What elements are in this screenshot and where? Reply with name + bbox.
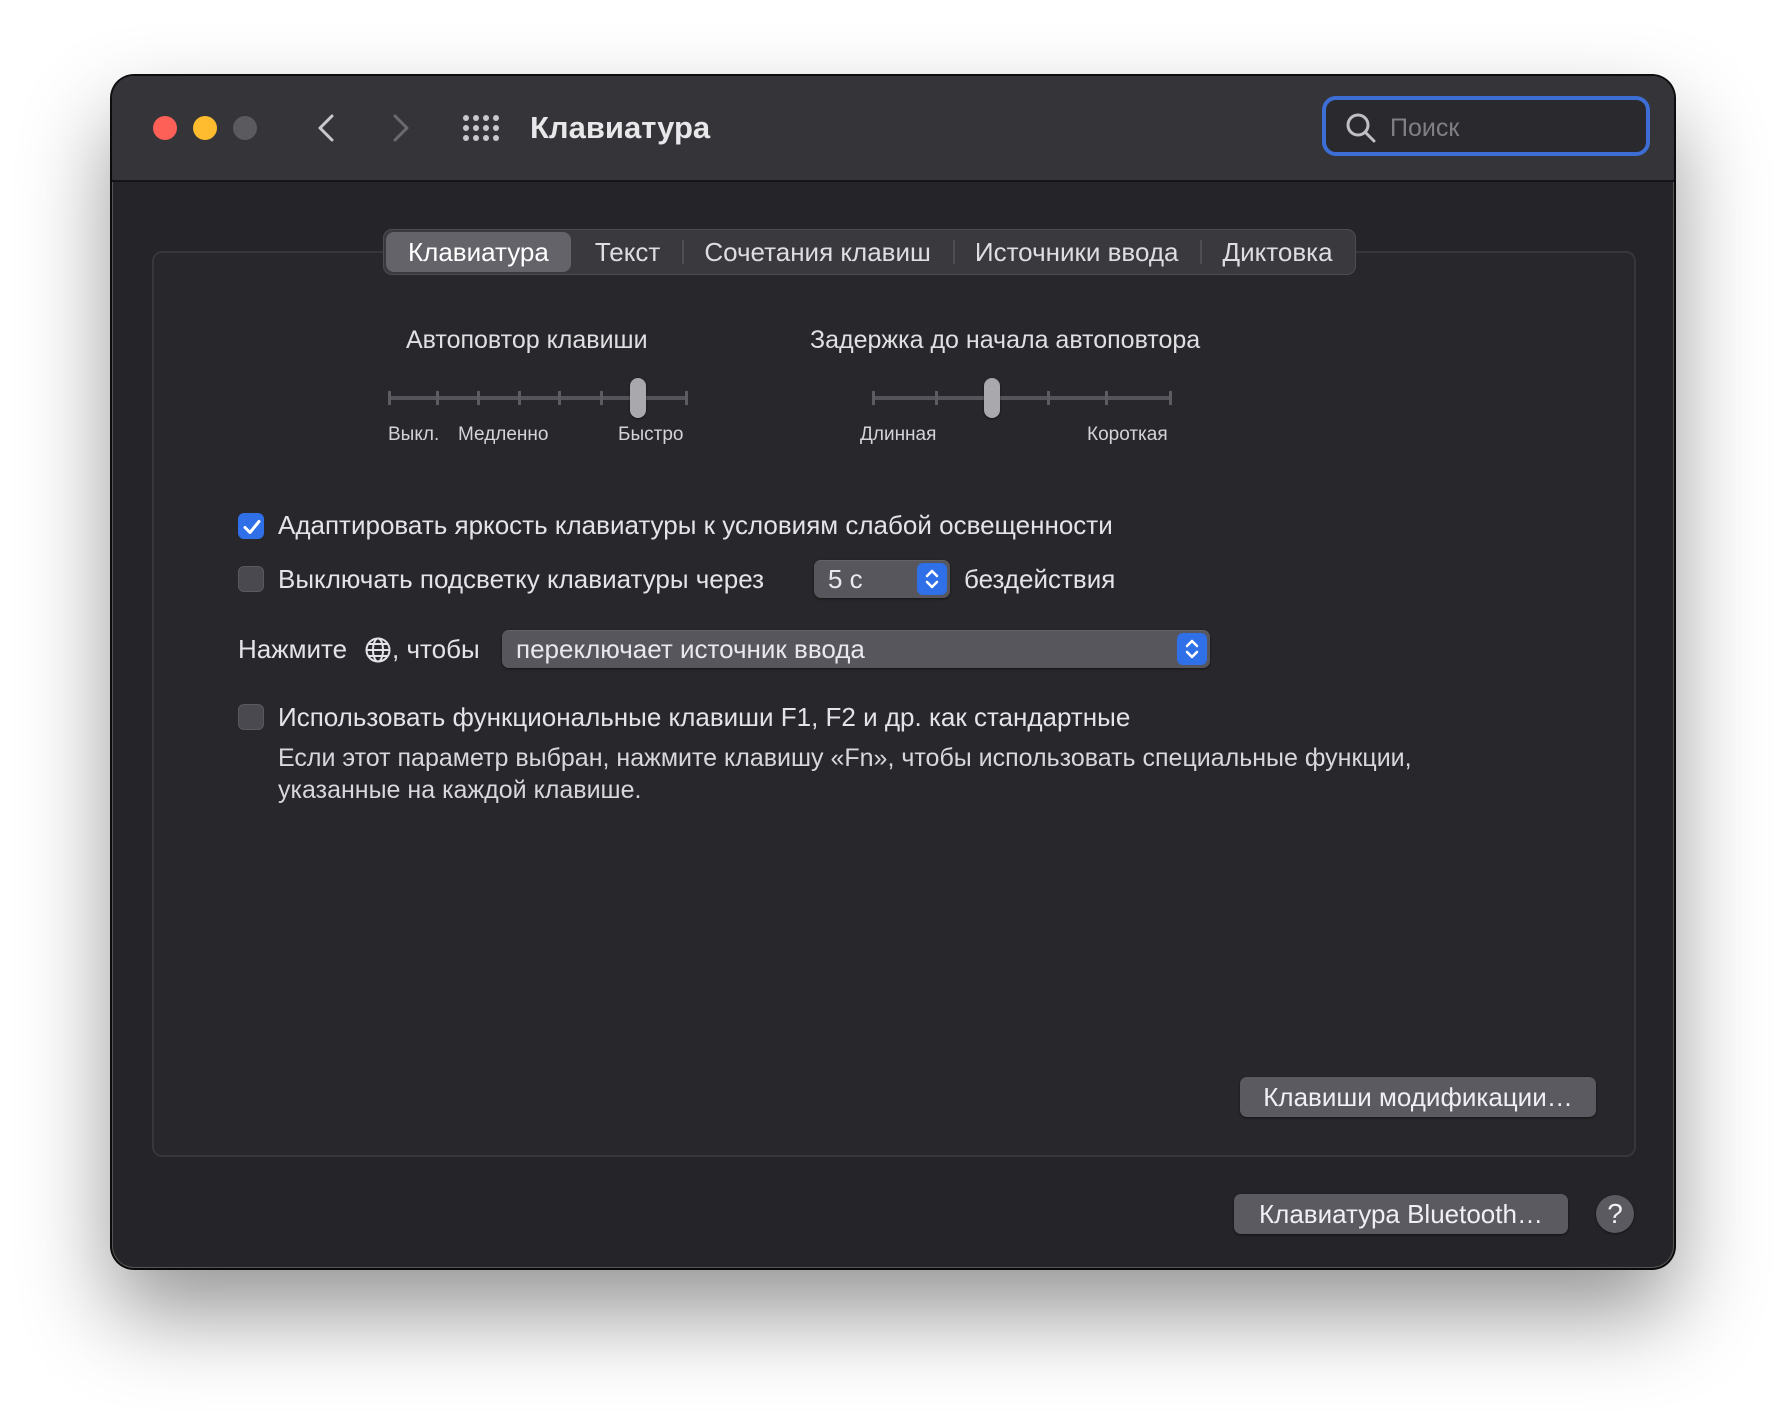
key-repeat-label-slow: Медленно (458, 424, 549, 445)
bluetooth-keyboard-button[interactable]: Клавиатура Bluetooth… (1234, 1194, 1568, 1234)
fn-keys-checkbox[interactable] (238, 704, 264, 730)
modifier-keys-button[interactable]: Клавиши модификации… (1240, 1077, 1596, 1117)
key-repeat-title: Автоповтор клавиши (406, 326, 648, 354)
backlight-timeout-value: 5 с (828, 564, 863, 594)
search-field[interactable] (1322, 96, 1650, 156)
close-button[interactable] (153, 116, 177, 140)
chevron-left-icon (318, 114, 334, 142)
key-repeat-label-fast: Быстро (618, 424, 684, 445)
checkmark-icon (243, 520, 261, 534)
fn-keys-note: Если этот параметр выбран, нажмите клави… (278, 744, 1412, 804)
stepper-arrows-icon (925, 569, 939, 589)
help-button[interactable]: ? (1596, 1195, 1634, 1233)
zoom-button[interactable] (233, 116, 257, 140)
back-button[interactable] (307, 108, 347, 148)
title-bar: Клавиатура (112, 76, 1674, 182)
globe-action-value: переключает источник ввода (516, 634, 865, 664)
preferences-window: Клавиатура Клавиатура Текст Сочетания кл… (112, 76, 1674, 1268)
tab-keyboard[interactable]: Клавиатура (386, 232, 571, 272)
globe-key-label-before: Нажмите (238, 634, 348, 664)
tab-dictation[interactable]: Диктовка (1200, 230, 1354, 274)
window-title: Клавиатура (530, 110, 711, 145)
key-repeat-label-off: Выкл. (388, 424, 440, 445)
backlight-off-label: Выключать подсветку клавиатуры через (278, 564, 765, 594)
fn-keys-label: Использовать функциональные клавиши F1, … (278, 702, 1131, 732)
globe-action-select[interactable]: переключает источник ввода (502, 630, 1210, 668)
backlight-timeout-select[interactable]: 5 с (814, 560, 950, 598)
chevron-right-icon (393, 114, 409, 142)
globe-key-label-after: , чтобы (392, 634, 480, 664)
search-icon (1346, 113, 1376, 143)
minimize-button[interactable] (193, 116, 217, 140)
tab-input-sources[interactable]: Источники ввода (952, 230, 1201, 274)
tab-shortcuts[interactable]: Сочетания клавиш (682, 230, 953, 274)
repeat-delay-label-long: Длинная (860, 424, 937, 445)
show-all-button[interactable] (462, 114, 500, 142)
grid-icon (463, 115, 499, 141)
adjust-brightness-checkbox[interactable] (238, 513, 264, 539)
search-input[interactable] (1388, 108, 1632, 148)
tab-text[interactable]: Текст (573, 230, 682, 274)
stepper-arrows-icon (1185, 639, 1199, 659)
repeat-delay-title: Задержка до начала автоповтора (810, 326, 1201, 354)
backlight-off-checkbox[interactable] (238, 566, 264, 592)
forward-button[interactable] (380, 108, 420, 148)
globe-icon (365, 637, 391, 663)
tab-bar: Клавиатура Текст Сочетания клавиш Источн… (383, 229, 1356, 275)
key-repeat-thumb[interactable] (630, 378, 646, 418)
adjust-brightness-label: Адаптировать яркость клавиатуры к услови… (278, 510, 1113, 540)
backlight-off-suffix: бездействия (964, 564, 1116, 594)
repeat-delay-thumb[interactable] (984, 378, 1000, 418)
repeat-delay-label-short: Короткая (1087, 424, 1168, 445)
